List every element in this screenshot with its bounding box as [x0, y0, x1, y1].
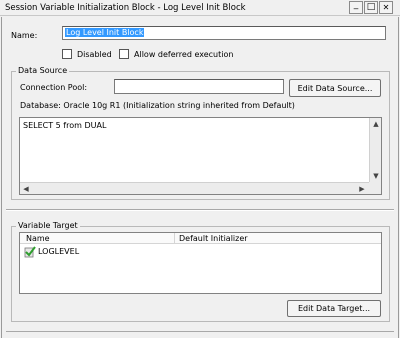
maximize-button[interactable]: □ — [364, 1, 378, 14]
scrollbar-corner — [369, 182, 381, 194]
column-header-default-initializer[interactable]: Default Initializer — [179, 234, 248, 243]
scroll-left-icon[interactable]: ◀ — [21, 183, 31, 195]
minimize-button[interactable]: _ — [349, 1, 363, 14]
row-name: LOGLEVEL — [38, 247, 80, 256]
column-header-name[interactable]: Name — [26, 234, 50, 243]
connection-pool-label: Connection Pool: — [20, 83, 88, 92]
sql-vertical-scrollbar[interactable]: ▲ ▼ — [369, 118, 381, 182]
deferred-execution-checkbox[interactable] — [119, 49, 129, 59]
title-bar: Session Variable Initialization Block - … — [0, 0, 400, 16]
database-info: Database: Oracle 10g R1 (Initialization … — [20, 101, 295, 110]
disabled-checkbox[interactable] — [62, 49, 72, 59]
name-input-value: Log Level Init Block — [65, 28, 145, 37]
deferred-execution-label: Allow deferred execution — [134, 50, 234, 59]
bottom-divider — [6, 331, 394, 332]
name-input[interactable]: Log Level Init Block — [62, 26, 386, 40]
scroll-right-icon[interactable]: ▶ — [357, 183, 367, 195]
variable-target-list[interactable]: Name Default Initializer LOGLEVEL — [19, 232, 382, 294]
close-icon: ✕ — [382, 2, 390, 12]
list-header: Name Default Initializer — [20, 233, 381, 244]
maximize-icon: □ — [366, 2, 376, 12]
connection-pool-input[interactable] — [114, 79, 284, 94]
edit-data-target-button[interactable]: Edit Data Target... — [287, 300, 381, 317]
sql-horizontal-scrollbar[interactable]: ◀ ▶ — [20, 182, 369, 194]
column-separator[interactable] — [174, 233, 175, 244]
variable-check-icon — [24, 246, 36, 258]
variable-target-title: Variable Target — [16, 221, 80, 230]
edit-data-source-button[interactable]: Edit Data Source... — [289, 79, 381, 97]
sql-editor[interactable]: SELECT 5 from DUAL ▲ ▼ ◀ ▶ — [19, 117, 382, 195]
sql-text: SELECT 5 from DUAL — [23, 121, 107, 130]
scroll-up-icon[interactable]: ▲ — [370, 119, 382, 129]
data-source-title: Data Source — [16, 66, 70, 75]
splitter[interactable] — [6, 209, 394, 211]
name-label: Name: — [11, 31, 38, 40]
close-button[interactable]: ✕ — [379, 1, 393, 14]
window-title: Session Variable Initialization Block - … — [5, 3, 246, 13]
disabled-label: Disabled — [77, 50, 112, 59]
scroll-down-icon[interactable]: ▼ — [370, 171, 382, 181]
minimize-icon: _ — [353, 0, 359, 10]
table-row[interactable]: LOGLEVEL — [22, 246, 172, 259]
